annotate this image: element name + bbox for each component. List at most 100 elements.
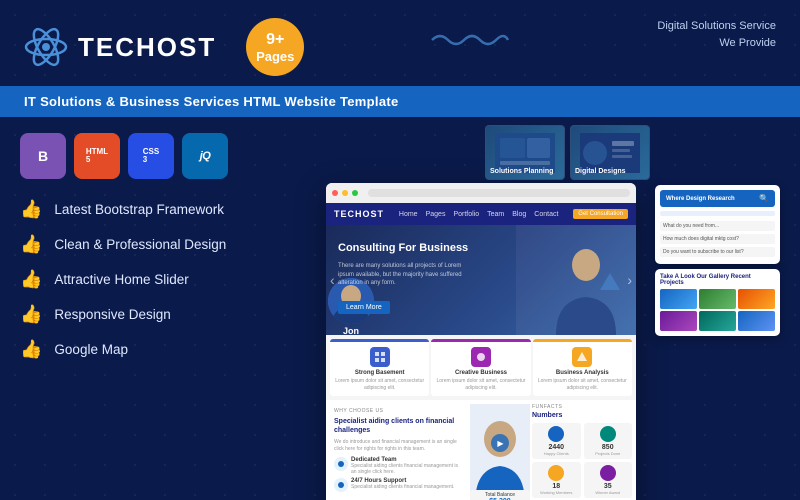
feature-list: 👍 Latest Bootstrap Framework 👍 Clean & P… <box>20 199 310 360</box>
service-title-3: Business Analysis <box>537 370 628 376</box>
service-card-2: Creative Business Lorem ipsum dolor sit … <box>431 339 530 396</box>
html5-badge: HTML5 <box>74 133 120 179</box>
why-label: WHY CHOOSE US <box>334 408 464 414</box>
right-side-panel: Where Design Research 🔍 What do you need… <box>655 185 780 336</box>
bootstrap-badge: B <box>20 133 66 179</box>
thumbs-up-icon-1: 👍 <box>20 199 42 220</box>
why-item-1: Dedicated Team Specialist aiding clients… <box>334 457 464 475</box>
funfact-num-2: 850 <box>587 444 630 451</box>
why-item-icon-1 <box>334 457 348 471</box>
hero-next-arrow[interactable]: › <box>627 272 632 288</box>
gallery-item-5 <box>699 311 736 331</box>
gallery-item-6 <box>738 311 775 331</box>
feature-label-2: Clean & Professional Design <box>54 237 226 252</box>
thumbs-up-icon-2: 👍 <box>20 234 42 255</box>
left-panel: B HTML5 CSS3 jQ 👍 Latest Bootstrap Frame… <box>20 133 310 500</box>
mockup-cta-button[interactable]: Get Consultation <box>573 209 628 219</box>
funfact-label-3: Working Members <box>535 490 578 495</box>
thumbs-up-icon-4: 👍 <box>20 304 42 325</box>
funfact-label-1: Happy Clients <box>535 451 578 456</box>
funfact-1: 2440 Happy Clients <box>532 423 581 459</box>
photo-section: ▶ Total Balance $5,300 <box>470 404 530 500</box>
mockup-nav-links: Home Pages Portfolio Team Blog Contact <box>399 211 559 218</box>
service-card-3: Business Analysis Lorem ipsum dolor sit … <box>533 339 632 396</box>
feature-item-slider: 👍 Attractive Home Slider <box>20 269 310 290</box>
why-item-text-2: Specialist aiding clients financial mana… <box>351 484 464 490</box>
service-icon-1 <box>370 347 390 367</box>
browser-bar <box>326 183 636 203</box>
hero-subtitle: There are many solutions all projects of… <box>338 262 478 287</box>
feature-item-map: 👍 Google Map <box>20 339 310 360</box>
service-desc-2: Lorem ipsum dolor sit amet, consectetur … <box>435 378 526 391</box>
funfact-4: 35 Winner Award <box>584 462 633 498</box>
play-button[interactable]: ▶ <box>491 434 509 452</box>
service-desc-3: Lorem ipsum dolor sit amet, consectetur … <box>537 378 628 391</box>
form-divider <box>660 211 775 216</box>
pages-badge: 9+ Pages <box>246 18 304 76</box>
jon-label: Jon <box>326 326 376 336</box>
logo-text: TECHOST <box>78 32 216 63</box>
form-q2: How much does digital mktg cost? <box>660 234 775 244</box>
service-title-2: Creative Business <box>435 370 526 376</box>
why-text: We do introduce and financial management… <box>334 439 464 453</box>
funfacts-subtitle: Numbers <box>532 412 632 419</box>
funfacts-grid: 2440 Happy Clients 850 Projects Done 18 <box>532 423 632 498</box>
thumbs-up-icon-3: 👍 <box>20 269 42 290</box>
funfact-num-1: 2440 <box>535 444 578 451</box>
wave-decoration <box>430 28 510 58</box>
service-desc-1: Lorem ipsum dolor sit amet, consectetur … <box>334 378 425 391</box>
tech-badges-row: B HTML5 CSS3 jQ <box>20 133 310 179</box>
gallery-mockup: Take A Look Our Gallery Recent Projects <box>655 269 780 336</box>
gallery-item-2 <box>699 289 736 309</box>
gallery-item-1 <box>660 289 697 309</box>
hero-prev-arrow[interactable]: ‹ <box>330 272 335 288</box>
mockup-nav: TECHOST Home Pages Portfolio Team Blog C… <box>326 203 636 225</box>
browser-mockup: TECHOST Home Pages Portfolio Team Blog C… <box>326 183 636 500</box>
why-item-text-1: Specialist aiding clients financial mana… <box>351 463 464 475</box>
subtitle-bar: IT Solutions & Business Services HTML We… <box>0 86 800 117</box>
hero-person-image <box>546 245 626 335</box>
service-card-1: Strong Basement Lorem ipsum dolor sit am… <box>330 339 429 396</box>
logo-icon <box>24 25 68 69</box>
main-content: B HTML5 CSS3 jQ 👍 Latest Bootstrap Frame… <box>0 117 800 500</box>
funfact-num-4: 35 <box>587 483 630 490</box>
service-icon-3 <box>572 347 592 367</box>
mini-shot-label-2: Digital Designs <box>575 168 626 175</box>
badge-label: Pages <box>256 49 294 65</box>
feature-label-4: Responsive Design <box>54 307 170 322</box>
header: TECHOST 9+ Pages Digital Solutions Servi… <box>0 0 800 86</box>
mini-screenshot-2: Digital Designs <box>570 125 650 180</box>
feature-label-5: Google Map <box>54 342 128 357</box>
funfact-2: 850 Projects Done <box>584 423 633 459</box>
css3-badge: CSS3 <box>128 133 174 179</box>
feature-label-1: Latest Bootstrap Framework <box>54 202 224 217</box>
main-container: TECHOST 9+ Pages Digital Solutions Servi… <box>0 0 800 500</box>
hero-learn-more-button[interactable]: Learn More <box>338 301 390 314</box>
funfact-num-3: 18 <box>535 483 578 490</box>
right-form-mockup: Where Design Research 🔍 What do you need… <box>655 185 780 264</box>
mini-screenshot-1: Solutions Planning <box>485 125 565 180</box>
funfact-label-2: Projects Done <box>587 451 630 456</box>
form-q1: What do you need from... <box>660 221 775 231</box>
badge-count: 9+ <box>266 30 284 49</box>
form-header-text: Where Design Research <box>666 196 735 202</box>
thumbs-up-icon-5: 👍 <box>20 339 42 360</box>
right-panel: Solutions Planning Digital Designs <box>326 133 780 500</box>
feature-item-responsive: 👍 Responsive Design <box>20 304 310 325</box>
bottom-sections: WHY CHOOSE US Specialist aiding clients … <box>326 400 636 500</box>
gallery-title: Take A Look Our Gallery Recent Projects <box>660 274 775 286</box>
jquery-badge: jQ <box>182 133 228 179</box>
gallery-grid <box>660 289 775 331</box>
feature-label-3: Attractive Home Slider <box>54 272 188 287</box>
balance-container: Total Balance $5,300 <box>470 490 530 500</box>
hero-title: Consulting For Business <box>338 241 624 256</box>
digital-solutions-text: Digital Solutions Service We Provide <box>657 18 776 51</box>
why-item-2: 24/7 Hours Support Specialist aiding cli… <box>334 478 464 492</box>
funfacts-label: Funfacts <box>532 404 632 410</box>
logo-area: TECHOST <box>24 25 216 69</box>
subtitle-text: IT Solutions & Business Services HTML We… <box>24 94 399 109</box>
funfacts-section: Funfacts Numbers 2440 Happy Clients 850 <box>532 404 632 500</box>
feature-item-bootstrap: 👍 Latest Bootstrap Framework <box>20 199 310 220</box>
gallery-item-4 <box>660 311 697 331</box>
service-cards-row: Strong Basement Lorem ipsum dolor sit am… <box>326 335 636 400</box>
